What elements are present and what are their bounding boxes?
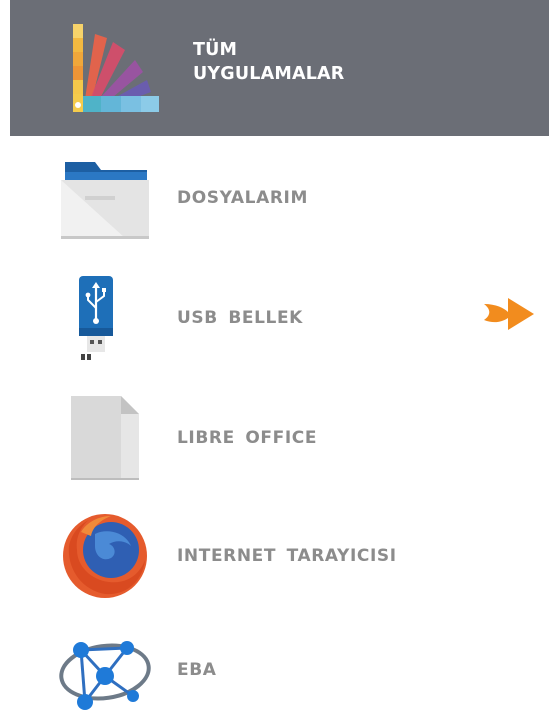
app-item-eba[interactable]: EBA bbox=[0, 620, 549, 718]
app-launcher: TÜM UYGULAMALAR DOSYALARIM USB BELLEK LI… bbox=[0, 0, 549, 718]
app-label-libreoffice: LIBRE OFFICE bbox=[177, 428, 318, 448]
firefox-icon bbox=[63, 514, 147, 598]
header-title-line1: TÜM bbox=[193, 40, 238, 60]
app-label-eba: EBA bbox=[177, 660, 217, 680]
eba-network-icon bbox=[59, 641, 151, 710]
arrow-right-icon bbox=[484, 298, 534, 330]
app-item-files[interactable]: DOSYALARIM bbox=[0, 148, 549, 248]
app-item-browser[interactable]: INTERNET TARAYICISI bbox=[0, 506, 549, 606]
folder-icon bbox=[61, 162, 149, 239]
all-apps-header[interactable]: TÜM UYGULAMALAR bbox=[10, 0, 549, 136]
app-label-usb: USB BELLEK bbox=[177, 308, 303, 328]
all-apps-title: TÜM UYGULAMALAR bbox=[193, 38, 344, 86]
header-title-line2: UYGULAMALAR bbox=[193, 64, 345, 84]
app-label-files: DOSYALARIM bbox=[177, 188, 308, 208]
document-icon bbox=[71, 396, 139, 480]
app-item-libreoffice[interactable]: LIBRE OFFICE bbox=[0, 388, 549, 488]
usb-drive-icon bbox=[79, 276, 113, 360]
all-apps-logo-icon bbox=[73, 24, 159, 112]
app-label-browser: INTERNET TARAYICISI bbox=[177, 546, 397, 566]
app-item-usb[interactable]: USB BELLEK bbox=[0, 268, 549, 368]
